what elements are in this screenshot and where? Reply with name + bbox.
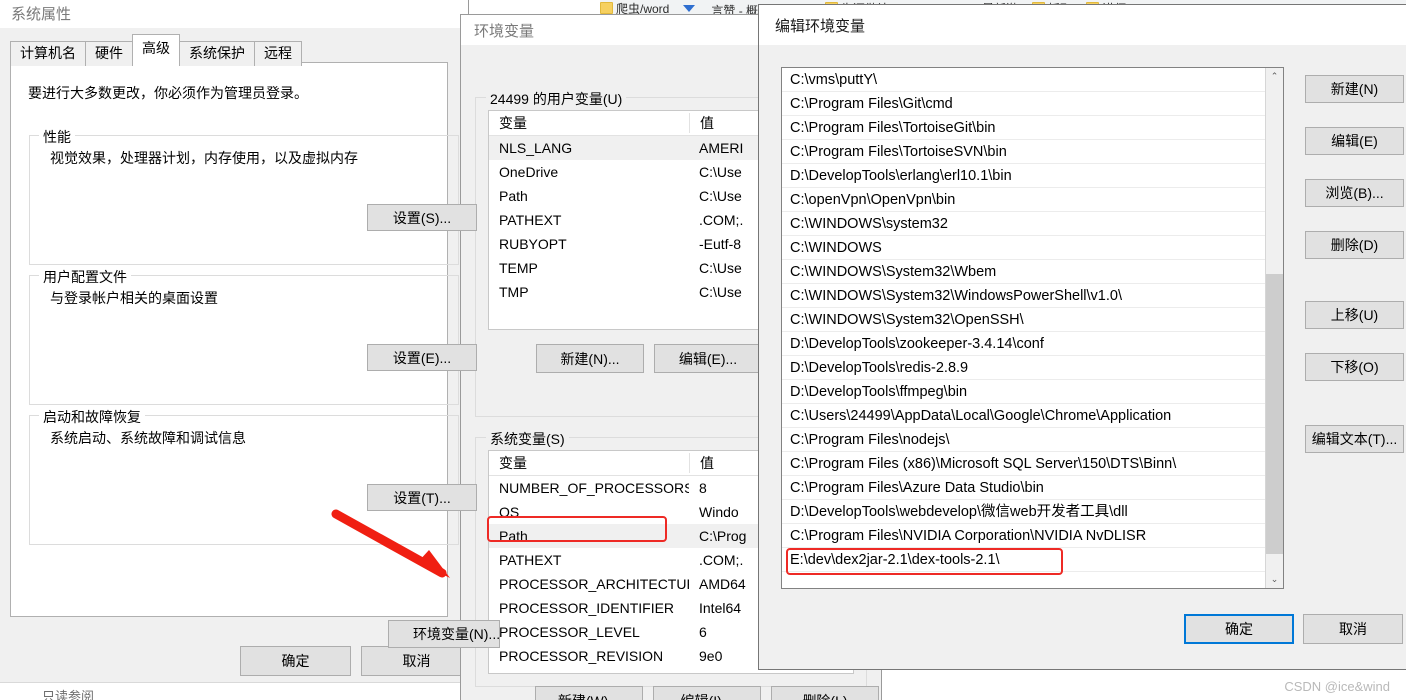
path-entry-row[interactable]: D:\DevelopTools\webdevelop\微信web开发者工具\dl… <box>782 500 1265 524</box>
column-header-name: 变量 <box>499 455 527 471</box>
edit-env-side-button[interactable]: 编辑文本(T)... <box>1305 425 1404 453</box>
user-edit-button[interactable]: 编辑(E)... <box>654 344 762 373</box>
variable-name-cell: PROCESSOR_REVISION <box>499 648 664 664</box>
edit-environment-variable-titlebar: 编辑环境变量 <box>759 5 1406 45</box>
variable-name-cell: TMP <box>499 284 529 300</box>
variable-name-cell: PROCESSOR_LEVEL <box>499 624 640 640</box>
edit-env-ok-button[interactable]: 确定 <box>1184 614 1294 644</box>
system-properties-dialog: 系统属性 计算机名 硬件 高级 系统保护 远程 要进行大多数更改，你必须作为管理… <box>0 0 500 687</box>
system-properties-titlebar: 系统属性 <box>0 0 468 28</box>
path-entry-row[interactable]: C:\WINDOWS\System32\WindowsPowerShell\v1… <box>782 284 1265 308</box>
path-entry-row[interactable]: C:\Program Files (x86)\Microsoft SQL Ser… <box>782 452 1265 476</box>
path-entry-row[interactable]: D:\DevelopTools\ffmpeg\bin <box>782 380 1265 404</box>
startup-recovery-settings-button[interactable]: 设置(T)... <box>367 484 477 511</box>
edit-env-side-button[interactable]: 浏览(B)... <box>1305 179 1404 207</box>
edit-env-side-button[interactable]: 下移(O) <box>1305 353 1404 381</box>
performance-group: 性能 视觉效果，处理器计划，内存使用，以及虚拟内存 设置(S)... <box>29 127 477 265</box>
system-properties-ok-button[interactable]: 确定 <box>240 646 351 676</box>
user-profiles-group-legend: 用户配置文件 <box>39 267 131 287</box>
path-entry-row[interactable]: C:\WINDOWS\System32\Wbem <box>782 260 1265 284</box>
scrollbar-thumb[interactable] <box>1266 274 1283 554</box>
variable-name-cell: PROCESSOR_IDENTIFIER <box>499 600 675 616</box>
edit-env-side-button[interactable]: 编辑(E) <box>1305 127 1404 155</box>
path-entry-row[interactable]: C:\Program Files\TortoiseGit\bin <box>782 116 1265 140</box>
path-entry-row[interactable]: D:\DevelopTools\zookeeper-3.4.14\conf <box>782 332 1265 356</box>
watermark-text: CSDN @ice&wind <box>1284 679 1390 694</box>
path-entry-row[interactable]: D:\DevelopTools\redis-2.8.9 <box>782 356 1265 380</box>
environment-variables-button[interactable]: 环境变量(N)... <box>388 620 500 648</box>
variable-name-cell: NUMBER_OF_PROCESSORS <box>499 480 689 496</box>
system-properties-tabs[interactable]: 计算机名 硬件 高级 系统保护 远程 <box>10 34 302 66</box>
system-delete-button[interactable]: 删除(L) <box>771 686 879 700</box>
variable-name-cell: OS <box>499 504 520 520</box>
path-entry-row[interactable]: C:\WINDOWS\System32\OpenSSH\ <box>782 308 1265 332</box>
bookmark-item[interactable] <box>683 0 697 14</box>
path-entry-row[interactable]: C:\Program Files\Git\cmd <box>782 92 1265 116</box>
variable-name-cell: PROCESSOR_ARCHITECTURE <box>499 576 689 592</box>
variable-name-cell: OneDrive <box>499 164 559 180</box>
user-new-button[interactable]: 新建(N)... <box>536 344 644 373</box>
edit-env-side-button[interactable]: 删除(D) <box>1305 231 1404 259</box>
edit-env-side-button[interactable]: 上移(U) <box>1305 301 1404 329</box>
folder-icon <box>600 2 613 14</box>
edit-env-cancel-button[interactable]: 取消 <box>1303 614 1403 644</box>
edit-environment-variable-dialog: 编辑环境变量 C:\vms\puttY\ C:\Program Files\Git… <box>758 4 1406 670</box>
system-new-button[interactable]: 新建(W)... <box>535 686 643 700</box>
path-entry-row[interactable]: C:\Users\24499\AppData\Local\Google\Chro… <box>782 404 1265 428</box>
path-list-scrollbar[interactable]: ⌃ ⌄ <box>1265 68 1283 588</box>
performance-group-text: 视觉效果，处理器计划，内存使用，以及虚拟内存 <box>50 150 358 166</box>
column-header-name: 变量 <box>499 115 527 131</box>
variable-name-cell: RUBYOPT <box>499 236 567 252</box>
admin-notice-text: 要进行大多数更改，你必须作为管理员登录。 <box>28 85 308 101</box>
chevron-down-icon <box>683 4 696 14</box>
path-entry-row[interactable]: D:\DevelopTools\erlang\erl10.1\bin <box>782 164 1265 188</box>
tab-system-protection[interactable]: 系统保护 <box>179 41 255 66</box>
path-entry-row[interactable]: C:\WINDOWS <box>782 236 1265 260</box>
environment-variables-title: 环境变量 <box>474 22 535 40</box>
edit-environment-variable-title: 编辑环境变量 <box>775 17 866 35</box>
screenshot-root: 爬虫/word言赞 - 概率 - intellij牛源做站IntelliJ ID… <box>0 0 1406 700</box>
tab-hardware[interactable]: 硬件 <box>85 41 133 66</box>
background-text: 只读参阅 <box>42 689 95 700</box>
path-entry-row[interactable]: E:\dev\dex2jar-2.1\dex-tools-2.1\ <box>782 548 1265 572</box>
bookmark-item[interactable]: 爬虫/word <box>600 0 669 14</box>
path-entries-listbox[interactable]: C:\vms\puttY\ C:\Program Files\Git\cmd C:\… <box>781 67 1284 589</box>
startup-recovery-group-legend: 启动和故障恢复 <box>39 407 145 427</box>
variable-name-cell: Path <box>499 528 528 544</box>
variable-name-cell: NLS_LANG <box>499 140 573 156</box>
user-profiles-settings-button[interactable]: 设置(E)... <box>367 344 477 371</box>
tab-advanced[interactable]: 高级 <box>132 34 180 63</box>
advanced-tab-page: 要进行大多数更改，你必须作为管理员登录。 性能 视觉效果，处理器计划，内存使用，… <box>10 62 500 648</box>
user-variables-legend: 24499 的用户变量(U) <box>486 89 627 109</box>
edit-env-side-button[interactable]: 新建(N) <box>1305 75 1404 103</box>
performance-group-legend: 性能 <box>39 127 75 147</box>
path-entry-row[interactable]: C:\Program Files\Azure Data Studio\bin <box>782 476 1265 500</box>
variable-name-cell: TEMP <box>499 260 538 276</box>
path-entry-row[interactable]: C:\vms\puttY\ <box>782 68 1265 92</box>
system-variables-buttons: 新建(W)... 编辑(I)... 删除(L) <box>535 686 879 700</box>
variable-name-cell: Path <box>499 188 528 204</box>
system-properties-buttonbar: 确定 取消 <box>0 646 472 676</box>
variable-name-cell: PATHEXT <box>499 552 562 568</box>
path-entry-row[interactable]: C:\openVpn\OpenVpn\bin <box>782 188 1265 212</box>
system-properties-cancel-button[interactable]: 取消 <box>361 646 472 676</box>
scroll-up-icon[interactable]: ⌃ <box>1266 68 1283 85</box>
variable-name-cell: PATHEXT <box>499 212 562 228</box>
path-entry-row[interactable]: C:\Program Files\TortoiseSVN\bin <box>782 140 1265 164</box>
tab-computer-name[interactable]: 计算机名 <box>10 41 86 66</box>
tab-remote[interactable]: 远程 <box>254 41 302 66</box>
path-entry-row[interactable]: C:\Program Files\NVIDIA Corporation\NVID… <box>782 524 1265 548</box>
performance-settings-button[interactable]: 设置(S)... <box>367 204 477 231</box>
system-properties-title: 系统属性 <box>11 5 72 23</box>
scroll-down-icon[interactable]: ⌄ <box>1266 571 1283 588</box>
path-entry-row[interactable]: C:\Program Files\nodejs\ <box>782 428 1265 452</box>
user-profiles-group: 用户配置文件 与登录帐户相关的桌面设置 设置(E)... <box>29 267 477 405</box>
system-edit-button[interactable]: 编辑(I)... <box>653 686 761 700</box>
bookmark-label: 爬虫/word <box>616 2 670 14</box>
startup-recovery-group: 启动和故障恢复 系统启动、系统故障和调试信息 设置(T)... <box>29 407 477 545</box>
system-variables-legend: 系统变量(S) <box>486 429 569 449</box>
path-entry-row[interactable]: C:\WINDOWS\system32 <box>782 212 1265 236</box>
